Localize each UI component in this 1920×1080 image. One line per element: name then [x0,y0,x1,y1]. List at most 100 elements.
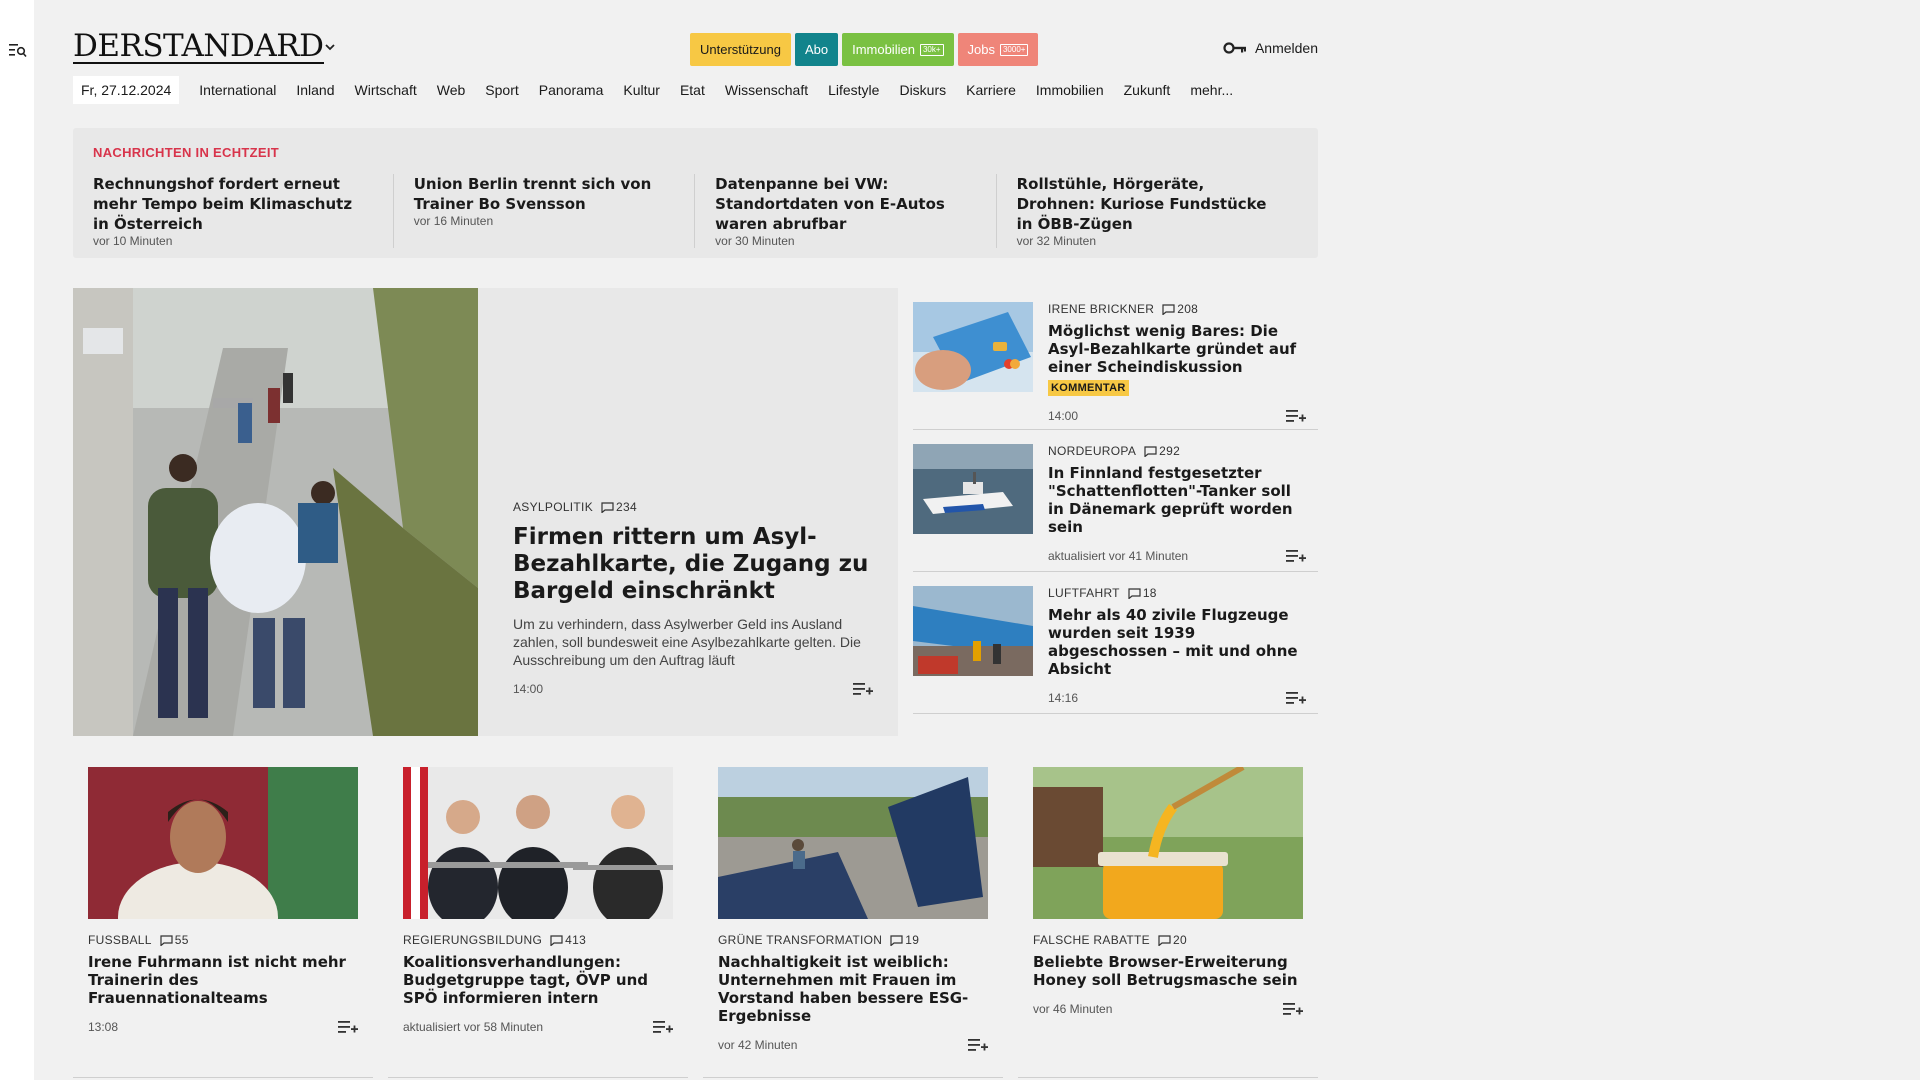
nav-sport[interactable]: Sport [485,82,518,98]
card-kicker-row: REGIERUNGSBILDUNG 413 [403,933,673,947]
ticker-title: NACHRICHTEN IN ECHTZEIT [93,145,280,160]
comment-count[interactable]: 19 [890,933,919,947]
timestamp: aktualisiert vor 41 Minuten [1048,549,1189,563]
site-logo[interactable]: DERSTANDARD [73,30,324,64]
story-meta: 14:16 [1048,690,1306,706]
nav-zukunft[interactable]: Zukunft [1124,82,1171,98]
comment-count[interactable]: 55 [160,933,189,947]
bottom-dividers [73,1077,1318,1078]
login-button[interactable]: Anmelden [1223,40,1318,56]
immobilien-label: Immobilien [852,42,915,57]
timestamp: vor 42 Minuten [718,1038,798,1052]
chevron-down-icon[interactable] [323,40,337,54]
comment-count[interactable]: 208 [1162,302,1198,316]
side-kicker-row: NORDEUROPA 292 [1048,444,1306,458]
comment-count[interactable]: 18 [1128,586,1157,600]
ticker-headline: Datenpanne bei VW: Standortdaten von E-A… [715,175,945,233]
story-headline[interactable]: Irene Fuhrmann ist nicht mehr Trainerin … [88,953,358,1007]
side-story-image [913,302,1033,392]
nav-inland[interactable]: Inland [296,82,334,98]
comment-count-value: 20 [1172,933,1187,947]
story-kicker: LUFTFAHRT [1048,586,1120,600]
comment-icon [1128,587,1141,599]
story-meta: 13:08 [88,1019,358,1035]
add-to-list-icon[interactable] [653,1019,673,1035]
abo-label: Abo [804,42,829,57]
login-label: Anmelden [1254,40,1318,56]
story-headline[interactable]: Nachhaltigkeit ist weiblich: Unternehmen… [718,953,988,1025]
story-headline[interactable]: Mehr als 40 zivile Flugzeuge wurden seit… [1048,606,1306,678]
story-card-image [1033,767,1303,919]
nav-karriere[interactable]: Karriere [966,82,1016,98]
add-to-list-icon[interactable] [968,1037,988,1053]
comment-count-value: 55 [174,933,189,947]
story-kicker: GRÜNE TRANSFORMATION [718,933,883,947]
card-kicker-row: GRÜNE TRANSFORMATION 19 [718,933,988,947]
nav-more[interactable]: mehr... [1190,82,1233,98]
ticker-headline: Union Berlin trennt sich von Trainer Bo … [413,175,652,213]
story-card[interactable]: FUSSBALL 55 Irene Fuhrmann ist nicht meh… [88,767,358,1053]
nav-diskurs[interactable]: Diskurs [899,82,946,98]
story-grid: FUSSBALL 55 Irene Fuhrmann ist nicht meh… [88,767,1318,1053]
comment-count[interactable]: 20 [1158,933,1187,947]
nav-wissenschaft[interactable]: Wissenschaft [725,82,808,98]
comment-icon [550,934,563,946]
ticker-headline: Rollstühle, Hörgeräte, Drohnen: Kuriose … [1016,175,1267,233]
side-story[interactable]: IRENE BRICKNER 208 Möglichst wenig Bares… [913,288,1318,430]
story-kicker: NORDEUROPA [1048,444,1137,458]
comment-icon [890,934,903,946]
ticker-item[interactable]: Datenpanne bei VW: Standortdaten von E-A… [695,174,997,248]
side-story-image [913,444,1033,534]
story-headline[interactable]: Koalitionsverhandlungen: Budgetgruppe ta… [403,953,673,1007]
add-to-list-icon[interactable] [338,1019,358,1035]
ticker-time: vor 32 Minuten [1016,234,1096,248]
side-story[interactable]: NORDEUROPA 292 In Finnland festgesetzter… [913,430,1318,572]
add-to-list-icon[interactable] [1286,408,1306,424]
nav-international[interactable]: International [199,82,276,98]
menu-search-icon[interactable] [9,42,27,58]
comment-count[interactable]: 234 [601,500,637,514]
story-meta: aktualisiert vor 41 Minuten [1048,548,1306,564]
abo-button[interactable]: Abo [794,33,839,66]
ticker-item[interactable]: Union Berlin trennt sich von Trainer Bo … [394,174,696,248]
comment-count[interactable]: 292 [1144,444,1180,458]
card-kicker-row: FUSSBALL 55 [88,933,358,947]
nav-wirtschaft[interactable]: Wirtschaft [355,82,417,98]
lead-story[interactable]: ASYLPOLITIK 234 Firmen rittern um Asyl-B… [73,288,898,736]
ticker-item[interactable]: Rechnungshof fordert erneut mehr Tempo b… [93,174,394,248]
story-headline[interactable]: In Finnland festgesetzter "Schattenflott… [1048,464,1306,536]
story-headline[interactable]: Möglichst wenig Bares: Die Asyl-Bezahlka… [1048,322,1306,376]
add-to-list-icon[interactable] [1286,548,1306,564]
lead-headline[interactable]: Firmen rittern um Asyl-Bezahlkarte, die … [513,524,873,605]
side-story[interactable]: LUFTFAHRT 18 Mehr als 40 zivile Flugzeug… [913,572,1318,714]
comment-count-value: 234 [616,500,637,514]
nav-panorama[interactable]: Panorama [539,82,604,98]
story-meta: aktualisiert vor 58 Minuten [403,1019,673,1035]
site-header: DERSTANDARD Unterstützung Abo Immobilien… [73,30,1318,70]
story-card[interactable]: GRÜNE TRANSFORMATION 19 Nachhaltigkeit i… [718,767,988,1053]
add-to-list-icon[interactable] [1283,1001,1303,1017]
story-card[interactable]: REGIERUNGSBILDUNG 413 Koalitionsverhandl… [403,767,673,1053]
nav-kultur[interactable]: Kultur [623,82,660,98]
comment-count[interactable]: 413 [550,933,586,947]
story-meta: vor 46 Minuten [1033,1001,1303,1017]
jobs-label: Jobs [967,42,995,57]
add-to-list-icon[interactable] [853,681,873,697]
ticker-item[interactable]: Rollstühle, Hörgeräte, Drohnen: Kuriose … [997,174,1298,248]
nav-web[interactable]: Web [437,82,466,98]
key-icon [1223,42,1246,54]
story-headline[interactable]: Beliebte Browser-Erweiterung Honey soll … [1033,953,1303,989]
story-card[interactable]: FALSCHE RABATTE 20 Beliebte Browser-Erwe… [1033,767,1303,1053]
comment-count-value: 292 [1159,444,1181,458]
nav-immobilien[interactable]: Immobilien [1036,82,1104,98]
nav-lifestyle[interactable]: Lifestyle [828,82,879,98]
immobilien-button[interactable]: Immobilien 30k+ [842,33,954,66]
jobs-button[interactable]: Jobs 3000+ [957,33,1039,66]
card-kicker-row: FALSCHE RABATTE 20 [1033,933,1303,947]
lead-kicker: ASYLPOLITIK [513,500,593,514]
nav-etat[interactable]: Etat [680,82,705,98]
lead-meta: 14:00 [513,681,873,697]
support-button[interactable]: Unterstützung [690,33,791,66]
add-to-list-icon[interactable] [1286,690,1306,706]
comment-icon [601,501,614,513]
